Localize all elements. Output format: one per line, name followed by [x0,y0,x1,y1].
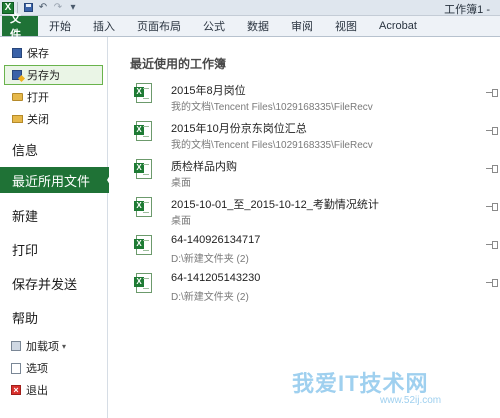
nav-info[interactable]: 信息 [0,137,107,161]
tab-insert[interactable]: 插入 [82,16,126,36]
file-name: 2015-10-01_至_2015-10-12_考勤情况统计 [171,199,379,211]
open-menu-item[interactable]: 打开 [4,87,103,107]
pin-icon[interactable] [486,241,498,249]
file-path: 桌面 [171,216,191,227]
open-folder-icon [11,91,23,103]
file-path: D:\新建文件夹 (2) [171,292,249,303]
file-name: 2015年8月岗位 [171,85,246,97]
qat-redo-button[interactable]: ↷ [51,2,65,14]
save-icon [11,47,23,59]
recent-file-item[interactable]: 质检样品内购 桌面 [130,155,498,190]
tab-file[interactable]: 文件 [2,13,38,41]
pin-icon[interactable] [486,89,498,97]
excel-file-icon [134,159,152,179]
exit-label: 退出 [26,385,48,397]
nav-new[interactable]: 新建 [0,203,107,227]
excel-file-icon [134,83,152,103]
chevron-down-icon: ▾ [62,341,67,351]
tab-acrobat[interactable]: Acrobat [368,16,428,36]
backstage-nav: 保存 另存为 打开 关闭 信息 最近所用文件 新建 打印 保存并发送 帮助 加载… [0,37,115,418]
addins-menu-item[interactable]: 加载项 ▾ [0,335,107,357]
nav-help[interactable]: 帮助 [0,305,107,329]
exit-menu-item[interactable]: × 退出 [0,379,107,401]
qat-undo-button[interactable]: ↶ [36,2,50,14]
tab-data[interactable]: 数据 [236,16,280,36]
options-icon [10,362,22,374]
file-name: 64-141205143230 [171,272,261,284]
excel-file-icon [134,235,152,255]
file-name: 2015年10月份京东岗位汇总 [171,123,307,135]
recent-file-item[interactable]: 2015-10-01_至_2015-10-12_考勤情况统计 桌面 [130,193,498,228]
watermark-url: www.52ij.com [380,395,442,406]
excel-file-icon [134,121,152,141]
pin-icon[interactable] [486,127,498,135]
save-label: 保存 [27,48,49,60]
recent-workbooks-list: 2015年8月岗位 我的文档\Tencent Files\1029168335\… [130,79,498,307]
tab-review[interactable]: 审阅 [280,16,324,36]
recent-file-item[interactable]: 2015年10月份京东岗位汇总 我的文档\Tencent Files\10291… [130,117,498,152]
recent-panel: 最近使用的工作簿 2015年8月岗位 我的文档\Tencent Files\10… [109,37,500,418]
watermark-logo: 我爱IT技术网 [292,371,429,396]
pin-icon[interactable] [486,279,498,287]
open-label: 打开 [27,92,49,104]
file-path: 我的文档\Tencent Files\1029168335\FileRecv [171,102,373,113]
recent-file-item[interactable]: 64-141205143230 D:\新建文件夹 (2) [130,269,498,304]
file-path: 我的文档\Tencent Files\1029168335\FileRecv [171,140,373,151]
section-title: 最近使用的工作簿 [130,57,227,71]
save-as-label: 另存为 [27,70,60,82]
qat-customize-button[interactable]: ▾ [66,2,80,14]
document-title: 工作簿1 - [444,4,490,16]
close-label: 关闭 [27,114,49,126]
close-menu-item[interactable]: 关闭 [4,109,103,129]
tab-home[interactable]: 开始 [38,16,82,36]
tab-view[interactable]: 视图 [324,16,368,36]
save-as-icon [11,69,23,81]
close-folder-icon [11,113,23,125]
save-as-menu-item[interactable]: 另存为 [4,65,103,85]
file-path: D:\新建文件夹 (2) [171,254,249,265]
addin-icon [10,340,22,352]
recent-file-item[interactable]: 64-140926134717 D:\新建文件夹 (2) [130,231,498,266]
file-path: 桌面 [171,178,191,189]
tab-formulas[interactable]: 公式 [192,16,236,36]
addins-label: 加载项 [26,341,59,353]
title-bar: X ↶ ↷ ▾ 工作簿1 - [0,0,500,16]
exit-icon: × [10,384,22,396]
ribbon-tabs: 文件 开始 插入 页面布局 公式 数据 审阅 视图 Acrobat [0,13,500,41]
nav-print[interactable]: 打印 [0,237,107,261]
file-name: 64-140926134717 [171,234,261,246]
tab-page-layout[interactable]: 页面布局 [126,16,192,36]
save-menu-item[interactable]: 保存 [4,43,103,63]
excel-file-icon [134,197,152,217]
pin-icon[interactable] [486,165,498,173]
nav-save-send[interactable]: 保存并发送 [0,271,107,295]
file-name: 质检样品内购 [171,161,237,173]
pin-icon[interactable] [486,203,498,211]
recent-file-item[interactable]: 2015年8月岗位 我的文档\Tencent Files\1029168335\… [130,79,498,114]
options-menu-item[interactable]: 选项 [0,357,107,379]
excel-file-icon [134,273,152,293]
nav-recent[interactable]: 最近所用文件 [0,167,115,193]
options-label: 选项 [26,363,48,375]
